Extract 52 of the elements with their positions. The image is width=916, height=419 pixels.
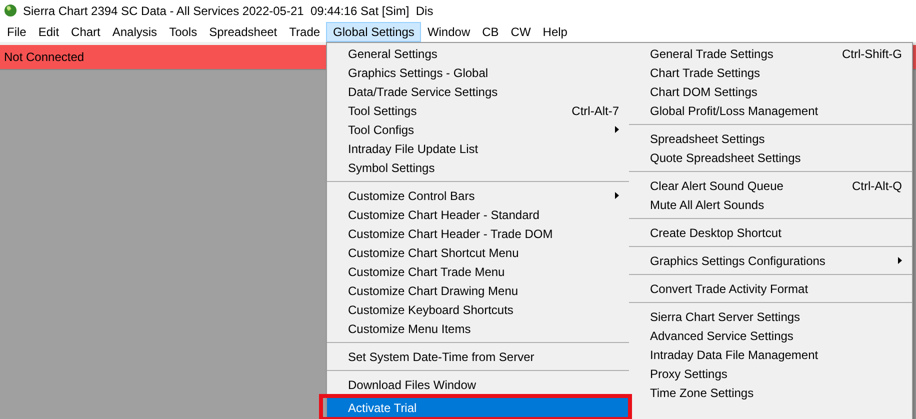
menu-item[interactable]: Customize Chart Trade Menu <box>327 262 629 281</box>
window-title: Sierra Chart 2394 SC Data - All Services 2022-05-21 09:44:16 Sat [Sim] Dis <box>23 2 434 20</box>
menu-item[interactable]: Global Profit/Loss Management <box>629 101 912 120</box>
menu-item[interactable]: Graphics Settings Configurations <box>629 251 912 270</box>
menu-item[interactable]: Advanced Service Settings <box>629 326 912 345</box>
menu-item[interactable]: Intraday File Update List <box>327 139 629 158</box>
menu-item[interactable]: Customize Chart Header - Trade DOM <box>327 224 629 243</box>
submenu-arrow-icon <box>615 192 619 199</box>
menu-item[interactable]: Sierra Chart Server Settings <box>629 307 912 326</box>
menu-bar-item[interactable]: Window <box>421 22 476 42</box>
menu-bar-item[interactable]: Trade <box>283 22 326 42</box>
menu-item[interactable]: Customize Chart Header - Standard <box>327 205 629 224</box>
submenu-arrow-icon <box>898 257 902 264</box>
shortcut-text: Ctrl-Shift-G <box>842 46 902 62</box>
menu-item[interactable]: Customize Control Bars <box>327 186 629 205</box>
menu-bar-item[interactable]: Global Settings <box>326 22 422 42</box>
shortcut-text: Ctrl-Alt-7 <box>572 102 619 120</box>
submenu-arrow-icon <box>615 126 619 133</box>
menu-item[interactable]: Tool Configs <box>327 120 629 139</box>
menu-item[interactable]: General Settings <box>327 44 629 63</box>
menu-bar-item[interactable]: Spreadsheet <box>203 22 284 42</box>
menu-bar-item[interactable]: CB <box>476 22 505 42</box>
menu-item[interactable]: Customize Chart Drawing Menu <box>327 281 629 300</box>
menu-item[interactable]: Mute All Alert Sounds <box>629 195 912 214</box>
menu-item[interactable]: Data/Trade Service Settings <box>327 82 629 101</box>
menu-bar-item[interactable]: File <box>1 22 32 42</box>
menu-bar-item[interactable]: Chart <box>65 22 106 42</box>
menu-item[interactable]: Clear Alert Sound Queue Ctrl-Alt-Q <box>629 176 912 195</box>
menu-item[interactable]: Quote Spreadsheet Settings <box>629 148 912 167</box>
menu-item[interactable]: General Trade Settings Ctrl-Shift-G <box>629 44 912 63</box>
menu-item[interactable]: Tool Settings Ctrl-Alt-7 <box>327 101 629 120</box>
menu-item[interactable]: Symbol Settings <box>327 158 629 177</box>
menu-bar-item[interactable]: CW <box>504 22 537 42</box>
menu-item[interactable]: Chart DOM Settings <box>629 82 912 101</box>
menu-item[interactable]: Intraday Data File Management <box>629 345 912 364</box>
menu-item[interactable]: Customize Keyboard Shortcuts <box>327 300 629 319</box>
menu-item[interactable]: Set System Date-Time from Server <box>327 347 629 366</box>
menu-item[interactable]: Activate Trial <box>327 398 628 417</box>
menu-bar-item[interactable]: Tools <box>163 22 204 42</box>
menu-item[interactable]: Customize Chart Shortcut Menu <box>327 243 629 262</box>
menu-bar-item[interactable]: Help <box>536 22 574 42</box>
menu-item[interactable]: Proxy Settings <box>629 364 912 383</box>
menu-item[interactable]: Create Desktop Shortcut <box>629 223 912 242</box>
menu-item[interactable]: Convert Trade Activity Format <box>629 279 912 298</box>
shortcut-text: Ctrl-Alt-Q <box>852 178 902 194</box>
menu-item[interactable]: Customize Menu Items <box>327 319 629 338</box>
globe-icon <box>4 4 17 17</box>
menu-item[interactable]: Spreadsheet Settings <box>629 129 912 148</box>
menu-item[interactable]: Download Files Window <box>327 375 629 394</box>
menu-item[interactable]: Time Zone Settings <box>629 383 912 402</box>
menu-bar-item[interactable]: Analysis <box>106 22 164 42</box>
menu-bar-item[interactable]: Edit <box>32 22 66 42</box>
